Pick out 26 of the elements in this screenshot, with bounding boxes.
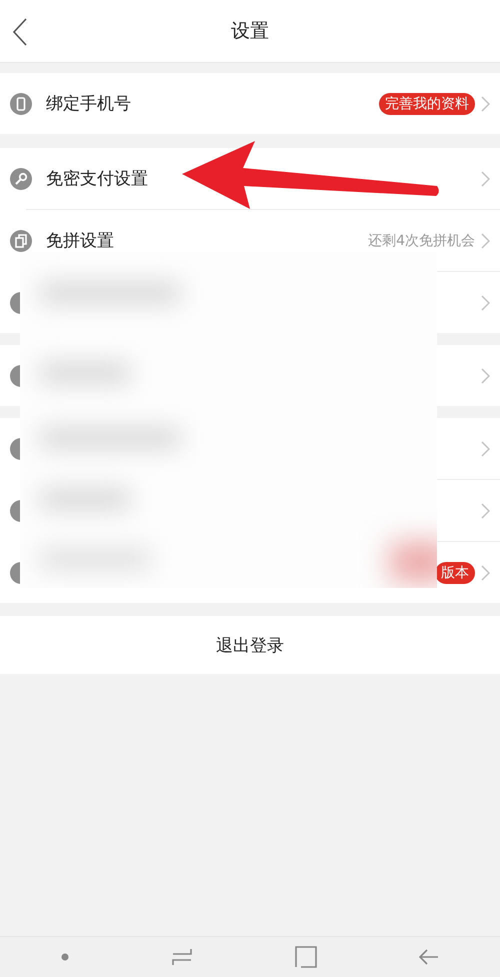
phone-icon xyxy=(10,92,32,114)
page-title: 设置 xyxy=(231,19,269,44)
chevron-icon xyxy=(481,502,490,518)
cards-icon xyxy=(10,230,32,252)
settings-row[interactable]: 绑定手机号 完善我的资料 xyxy=(0,73,500,134)
recents-icon[interactable] xyxy=(171,948,193,966)
row-badge: 版本 xyxy=(435,562,475,584)
row-label: 免密支付设置 xyxy=(46,168,148,190)
chevron-icon xyxy=(481,368,490,384)
key-icon xyxy=(10,168,32,190)
chevron-icon xyxy=(481,564,490,580)
row-label: 绑定手机号 xyxy=(46,93,131,115)
chevron-icon xyxy=(481,96,490,112)
settings-row[interactable]: 免拼设置 还剩4次免拼机会 xyxy=(0,210,500,271)
dot-icon[interactable] xyxy=(61,953,69,961)
chevron-icon xyxy=(481,294,490,310)
row-value: 还剩4次免拼机会 xyxy=(368,232,475,250)
row-badge: 完善我的资料 xyxy=(379,92,475,114)
back-icon[interactable] xyxy=(419,949,439,965)
settings-row[interactable]: 免密支付设置 xyxy=(0,148,500,209)
chevron-icon xyxy=(481,232,490,248)
logout-button[interactable]: 退出登录 xyxy=(0,616,500,674)
chevron-icon xyxy=(481,440,490,456)
chevron-icon xyxy=(481,170,490,186)
row-label: 免拼设置 xyxy=(46,230,114,252)
back-icon[interactable] xyxy=(12,18,28,46)
